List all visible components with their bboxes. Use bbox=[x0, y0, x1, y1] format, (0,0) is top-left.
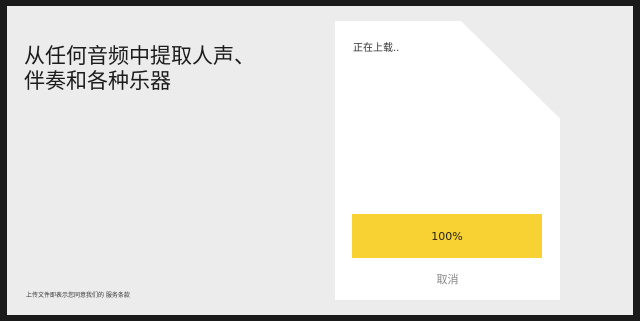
headline-line-1: 从任何音频中提取人声、 bbox=[24, 44, 255, 68]
upload-progress-bar: 100% bbox=[352, 214, 542, 258]
upload-status-text: 正在上载.. bbox=[353, 43, 400, 54]
upload-progress-label: 100% bbox=[431, 229, 463, 243]
page-headline: 从任何音频中提取人声、 伴奏和各种乐器 bbox=[24, 44, 294, 94]
upload-card: 正在上载.. 100% 取消 bbox=[335, 21, 560, 300]
headline-line-2: 伴奏和各种乐器 bbox=[24, 69, 171, 93]
app-frame: 从任何音频中提取人声、 伴奏和各种乐器 上传文件即表示您同意我们的 服务条款 正… bbox=[7, 6, 633, 315]
cancel-button[interactable]: 取消 bbox=[335, 271, 560, 287]
terms-notice: 上传文件即表示您同意我们的 服务条款 bbox=[26, 292, 130, 299]
